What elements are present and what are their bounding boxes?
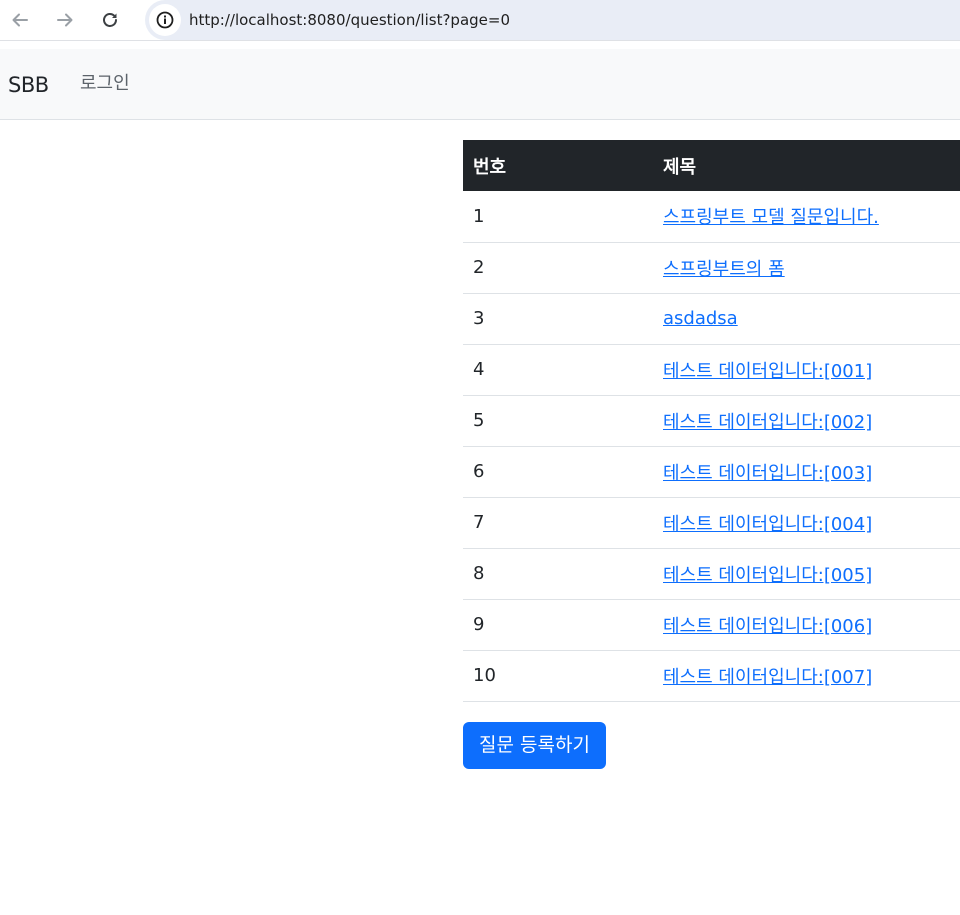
table-row: 6 테스트 데이터입니다:[003]: [463, 446, 960, 498]
question-link[interactable]: 스프링부트 모델 질문입니다.: [663, 207, 879, 228]
question-link[interactable]: 테스트 데이터입니다:[007]: [663, 667, 872, 688]
arrow-right-icon: [56, 11, 74, 29]
forward-button[interactable]: [49, 4, 81, 36]
row-number: 2: [463, 242, 653, 294]
row-title-cell: 테스트 데이터입니다:[002]: [653, 395, 960, 447]
question-link[interactable]: 스프링부트의 폼: [663, 259, 785, 280]
table-row: 8 테스트 데이터입니다:[005]: [463, 548, 960, 600]
table-header-row: 번호 제목: [463, 140, 960, 191]
header-title: 제목: [663, 156, 697, 178]
row-title-cell: 테스트 데이터입니다:[001]: [653, 344, 960, 396]
reload-button[interactable]: [94, 4, 126, 36]
row-number: 6: [463, 446, 653, 498]
row-title-cell: 테스트 데이터입니다:[005]: [653, 548, 960, 600]
row-number: 4: [463, 344, 653, 396]
table-row: 1 스프링부트 모델 질문입니다.: [463, 191, 960, 243]
question-link[interactable]: 테스트 데이터입니다:[002]: [663, 412, 872, 433]
address-bar[interactable]: http://localhost:8080/question/list?page…: [145, 0, 960, 40]
row-title-cell: 스프링부트의 폼: [653, 242, 960, 294]
row-number: 3: [463, 293, 653, 345]
row-title-cell: asdadsa: [653, 293, 960, 345]
row-title-cell: 테스트 데이터입니다:[006]: [653, 599, 960, 651]
table-row: 3 asdadsa: [463, 293, 960, 345]
header-number: 번호: [473, 156, 507, 178]
row-title-cell: 테스트 데이터입니다:[007]: [653, 650, 960, 702]
question-link[interactable]: 테스트 데이터입니다:[001]: [663, 361, 872, 382]
login-link[interactable]: 로그인: [80, 49, 130, 119]
table-row: 9 테스트 데이터입니다:[006]: [463, 599, 960, 651]
row-number: 1: [463, 191, 653, 243]
question-link[interactable]: asdadsa: [663, 308, 738, 329]
create-question-button[interactable]: 질문 등록하기: [463, 721, 606, 769]
table-row: 7 테스트 데이터입니다:[004]: [463, 497, 960, 549]
table-row: 10 테스트 데이터입니다:[007]: [463, 650, 960, 702]
table-row: 2 스프링부트의 폼: [463, 242, 960, 294]
navbar: SBB 로그인: [0, 49, 960, 120]
main-content: 번호 제목 1 스프링부트 모델 질문입니다. 2 스프링부트의 폼 3 asd…: [463, 140, 960, 769]
browser-toolbar: http://localhost:8080/question/list?page…: [0, 0, 960, 41]
url-text[interactable]: http://localhost:8080/question/list?page…: [189, 0, 510, 40]
arrow-left-icon: [11, 11, 29, 29]
table-body: 1 스프링부트 모델 질문입니다. 2 스프링부트의 폼 3 asdadsa 4…: [463, 191, 960, 702]
table-row: 4 테스트 데이터입니다:[001]: [463, 344, 960, 396]
question-link[interactable]: 테스트 데이터입니다:[005]: [663, 565, 872, 586]
row-number: 5: [463, 395, 653, 447]
question-table: 번호 제목 1 스프링부트 모델 질문입니다. 2 스프링부트의 폼 3 asd…: [463, 140, 960, 702]
row-title-cell: 테스트 데이터입니다:[004]: [653, 497, 960, 549]
row-number: 7: [463, 497, 653, 549]
info-icon[interactable]: [149, 4, 181, 36]
row-title-cell: 스프링부트 모델 질문입니다.: [653, 191, 960, 243]
row-title-cell: 테스트 데이터입니다:[003]: [653, 446, 960, 498]
row-number: 9: [463, 599, 653, 651]
reload-icon: [101, 11, 119, 29]
question-link[interactable]: 테스트 데이터입니다:[003]: [663, 463, 872, 484]
brand-link[interactable]: SBB: [8, 49, 49, 119]
table-row: 5 테스트 데이터입니다:[002]: [463, 395, 960, 447]
row-number: 8: [463, 548, 653, 600]
row-number: 10: [463, 650, 653, 702]
question-link[interactable]: 테스트 데이터입니다:[004]: [663, 514, 872, 535]
question-link[interactable]: 테스트 데이터입니다:[006]: [663, 616, 872, 637]
back-button[interactable]: [4, 4, 36, 36]
